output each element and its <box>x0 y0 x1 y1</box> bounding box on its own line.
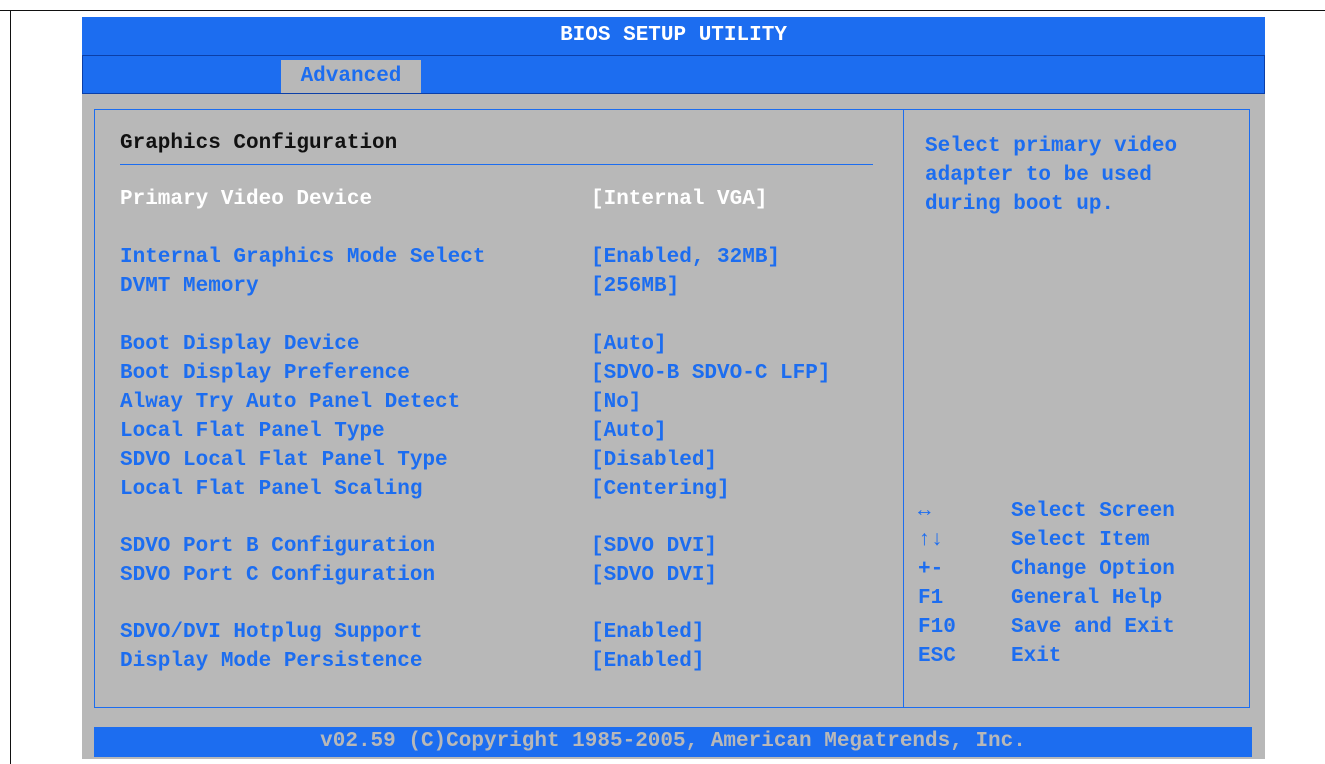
setting-label: Display Mode Persistence <box>120 650 423 673</box>
bios-title: BIOS SETUP UTILITY <box>82 17 1265 55</box>
bios-screen: BIOS SETUP UTILITY Advanced Graphics Con… <box>82 17 1265 759</box>
key-select-item: ↑↓ Select Item <box>918 529 1248 558</box>
key-description: Exit <box>1011 645 1062 668</box>
key-save-and-exit: F10 Save and Exit <box>918 616 1248 645</box>
key-label: F1 <box>918 587 944 610</box>
setting-label: DVMT Memory <box>120 275 259 298</box>
setting-value[interactable]: [SDVO DVI] <box>591 564 717 587</box>
main-panel: Graphics Configuration Primary Video Dev… <box>94 109 1250 708</box>
left-right-arrow-icon: ↔ <box>918 500 931 523</box>
setting-label: SDVO Port C Configuration <box>120 564 436 587</box>
setting-value[interactable]: [Auto] <box>591 420 667 443</box>
window-frame-left <box>10 10 11 764</box>
setting-value[interactable]: [256MB] <box>591 275 679 298</box>
setting-value[interactable]: [Centering] <box>591 478 730 501</box>
setting-label: Local Flat Panel Scaling <box>120 478 423 501</box>
setting-label: Internal Graphics Mode Select <box>120 246 486 269</box>
key-label: ESC <box>918 645 956 668</box>
setting-label: Boot Display Preference <box>120 362 410 385</box>
help-line: during boot up. <box>925 193 1115 216</box>
setting-value[interactable]: [Enabled] <box>591 621 704 644</box>
setting-label: Alway Try Auto Panel Detect <box>120 391 461 414</box>
setting-value[interactable]: [SDVO DVI] <box>591 535 717 558</box>
setting-label: Local Flat Panel Type <box>120 420 385 443</box>
help-line: adapter to be used <box>925 164 1152 187</box>
up-down-arrow-icon: ↑↓ <box>918 529 944 552</box>
key-description: Select Screen <box>1011 500 1175 523</box>
setting-value[interactable]: [Disabled] <box>591 449 717 472</box>
setting-value[interactable]: [Internal VGA] <box>591 188 767 211</box>
setting-value[interactable]: [No] <box>591 391 641 414</box>
key-label: +- <box>918 558 944 581</box>
setting-label: Primary Video Device <box>120 188 373 211</box>
panel-divider <box>903 110 904 707</box>
setting-value[interactable]: [SDVO-B SDVO-C LFP] <box>591 362 830 385</box>
setting-label: SDVO Port B Configuration <box>120 535 436 558</box>
section-divider <box>120 164 873 165</box>
key-description: Save and Exit <box>1011 616 1175 639</box>
key-select-screen: ↔ Select Screen <box>918 500 1248 529</box>
key-description: Change Option <box>1011 558 1175 581</box>
help-line: Select primary video <box>925 135 1178 158</box>
window-frame-top <box>0 10 1325 11</box>
key-exit: ESC Exit <box>918 645 1248 674</box>
tab-bar: Advanced <box>82 55 1265 94</box>
key-change-option: +- Change Option <box>918 558 1248 587</box>
help-panel: Select primary video adapter to be used … <box>925 132 1245 219</box>
key-general-help: F1 General Help <box>918 587 1248 616</box>
setting-label: SDVO Local Flat Panel Type <box>120 449 448 472</box>
tab-advanced[interactable]: Advanced <box>281 60 421 93</box>
setting-label: Boot Display Device <box>120 333 360 356</box>
key-description: Select Item <box>1011 529 1150 552</box>
setting-label: SDVO/DVI Hotplug Support <box>120 621 423 644</box>
key-legend: ↔ Select Screen ↑↓ Select Item +- Change… <box>918 500 1248 674</box>
section-title: Graphics Configuration <box>120 132 398 155</box>
key-description: General Help <box>1011 587 1163 610</box>
setting-value[interactable]: [Enabled] <box>591 650 704 673</box>
key-label: F10 <box>918 616 956 639</box>
copyright-footer: v02.59 (C)Copyright 1985-2005, American … <box>94 727 1252 757</box>
setting-value[interactable]: [Enabled, 32MB] <box>591 246 780 269</box>
setting-value[interactable]: [Auto] <box>591 333 667 356</box>
